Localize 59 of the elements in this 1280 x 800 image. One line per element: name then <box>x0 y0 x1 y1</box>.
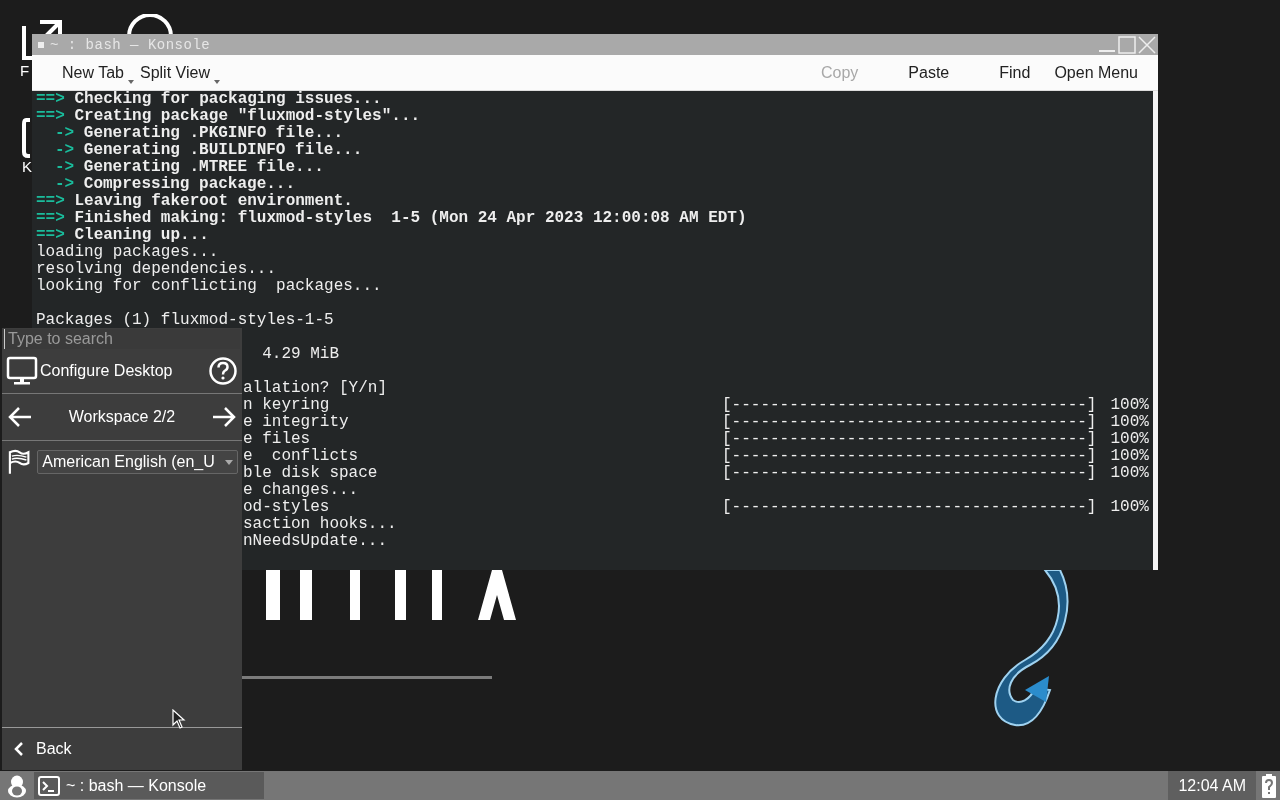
toolbar-button[interactable]: Find <box>991 59 1039 86</box>
terminal-line: od-styles <box>243 499 330 516</box>
terminal-line: Generating .MTREE file... <box>82 159 324 176</box>
desktop-icon-label: K <box>22 158 32 175</box>
back-button[interactable]: Back <box>2 728 242 770</box>
terminal-line: saction hooks... <box>243 516 397 533</box>
terminal-line: e conflicts <box>243 448 359 465</box>
terminal-line: n keyring <box>243 397 330 414</box>
progress-percent: 100% <box>1110 431 1149 448</box>
workspace-label: Workspace 2/2 <box>67 408 177 426</box>
progress-bar-text: [-------------------------------------] <box>722 465 1097 482</box>
prompt-arrow: -> <box>55 142 75 159</box>
progress-bar-text: [-------------------------------------] <box>722 414 1097 431</box>
prompt-arrow: ==> <box>36 227 65 244</box>
terminal-line: Checking for packaging issues... <box>73 91 382 108</box>
terminal-line: Leaving fakeroot environment. <box>73 193 353 210</box>
terminal-line: nNeedsUpdate... <box>243 533 388 550</box>
terminal-line: Cleaning up... <box>73 227 209 244</box>
toolbar-button[interactable]: New Tab <box>54 59 132 86</box>
progress-percent: 100% <box>1110 499 1149 516</box>
toolbar-button[interactable]: Open Menu <box>1046 59 1146 86</box>
terminal-line: looking for conflicting packages... <box>36 278 382 295</box>
prompt-arrow: ==> <box>36 108 65 125</box>
configure-desktop-button[interactable]: Configure Desktop <box>6 356 173 386</box>
prompt-arrow: ==> <box>36 91 65 108</box>
progress-bar-text: [-------------------------------------] <box>722 448 1097 465</box>
progress-bar-text: [-------------------------------------] <box>722 431 1097 448</box>
prompt-arrow: -> <box>55 125 75 142</box>
window-title: ~ : bash — Konsole <box>50 36 211 53</box>
progress-percent: 100% <box>1110 465 1149 482</box>
terminal-line: e files <box>243 431 311 448</box>
terminal-line: resolving dependencies... <box>36 261 277 278</box>
progress-bar-text: [-------------------------------------] <box>722 397 1097 414</box>
terminal-line: Generating .PKGINFO file... <box>82 125 344 142</box>
terminal-line: ble disk space <box>243 465 378 482</box>
terminal-line: Packages (1) fluxmod-styles-1-5 <box>36 312 334 329</box>
prompt-arrow: -> <box>55 176 75 193</box>
terminal-line: e changes... <box>243 482 359 499</box>
prompt-arrow: -> <box>55 159 75 176</box>
terminal-line: e integrity <box>243 414 349 431</box>
prompt-arrow: ==> <box>36 210 65 227</box>
clock[interactable]: 12:04 AM <box>1168 771 1256 800</box>
taskbar-button[interactable]: ~ : bash — Konsole <box>34 772 264 799</box>
prompt-arrow: ==> <box>36 193 65 210</box>
terminal-line: 4.29 MiB <box>261 346 339 363</box>
toolbar-button[interactable]: Split View <box>131 59 218 86</box>
terminal-line: Finished making: fluxmod-styles 1-5 (Mon 24 Apr 2023 12:00:08 AM EDT) <box>73 210 747 227</box>
terminal-line: Generating .BUILDINFO file... <box>82 142 363 159</box>
progress-percent: 100% <box>1110 414 1149 431</box>
terminal-line: Compressing package... <box>82 176 296 193</box>
terminal-line: Creating package "fluxmod-styles"... <box>73 108 421 125</box>
terminal-line: allation? [Y/n] <box>243 380 388 397</box>
progress-percent: 100% <box>1110 448 1149 465</box>
desktop-icon-label: F <box>20 62 30 79</box>
language-dropdown[interactable]: American English (en_U <box>37 450 238 474</box>
progress-bar-text: [-------------------------------------] <box>722 499 1097 516</box>
progress-percent: 100% <box>1110 397 1149 414</box>
terminal-line: loading packages... <box>36 244 219 261</box>
toolbar-button[interactable]: Paste <box>900 59 958 86</box>
